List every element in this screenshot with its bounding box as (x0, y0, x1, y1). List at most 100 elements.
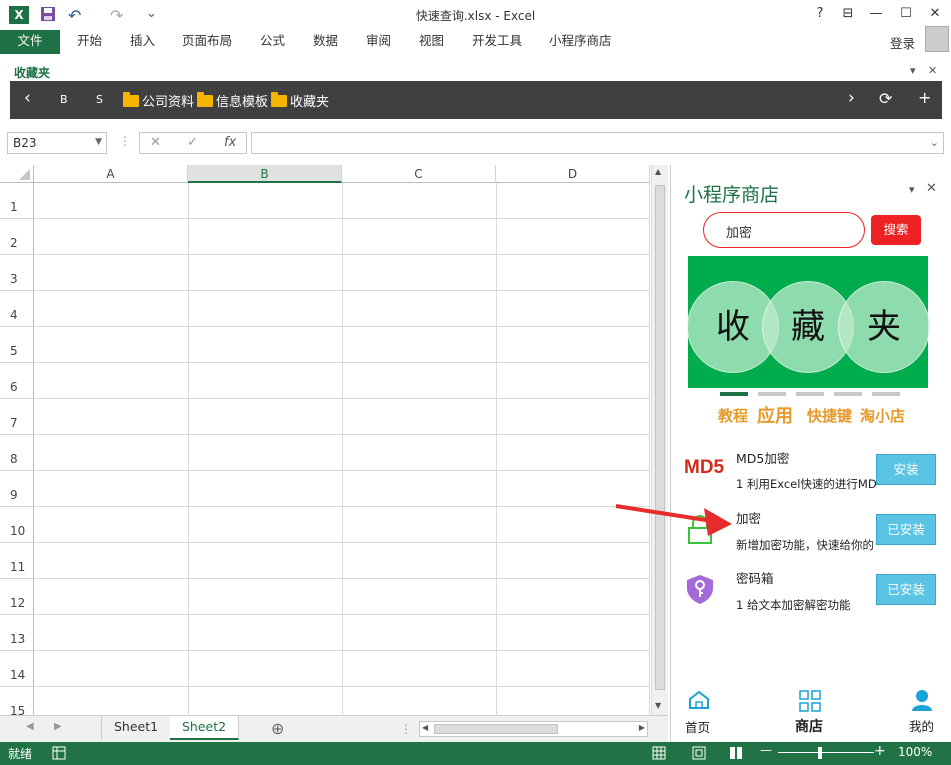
pane-close-icon[interactable]: ✕ (928, 64, 937, 77)
tab-formulas[interactable]: 公式 (260, 30, 285, 54)
zoom-out-button[interactable]: — (760, 743, 772, 757)
s-button[interactable]: S (96, 93, 103, 106)
folder-item-company[interactable]: 公司资料 (123, 91, 194, 110)
tab-view[interactable]: 视图 (419, 30, 444, 54)
category-tutorial[interactable]: 教程 (718, 405, 748, 426)
row-header-13[interactable]: 13 (0, 615, 34, 651)
enter-icon[interactable]: ✓ (187, 135, 198, 150)
store-search-input[interactable]: 加密 (703, 212, 865, 248)
install-button[interactable]: 安装 (876, 454, 936, 485)
zoom-in-button[interactable]: + (874, 743, 886, 759)
row-header-4[interactable]: 4 (0, 291, 34, 327)
folder-item-favorites[interactable]: 收藏夹 (271, 91, 329, 110)
sheet-prev-icon[interactable]: ◀ (26, 721, 34, 732)
folder-item-templates[interactable]: 信息模板 (197, 91, 268, 110)
close-button[interactable]: ✕ (925, 6, 945, 21)
expand-formula-icon[interactable]: ⌄ (930, 136, 939, 149)
vertical-scrollbar[interactable]: ▲ ▼ (651, 165, 668, 715)
installed-button[interactable]: 已安装 (876, 514, 936, 545)
select-all-corner[interactable] (0, 165, 34, 183)
help-button[interactable]: ? (810, 6, 830, 21)
row-header-11[interactable]: 11 (0, 543, 34, 579)
avatar[interactable] (925, 26, 949, 52)
home-icon[interactable] (688, 690, 710, 713)
app-name[interactable]: 加密 (736, 508, 761, 527)
row-header-12[interactable]: 12 (0, 579, 34, 615)
column-header-b[interactable]: B (188, 165, 342, 183)
sheet-next-icon[interactable]: ▶ (54, 721, 62, 732)
sheet-tab-sheet1[interactable]: Sheet1 (101, 716, 172, 740)
chevron-down-icon[interactable]: ▼ (95, 137, 102, 147)
normal-view-icon[interactable] (652, 746, 666, 763)
carousel-dot[interactable] (872, 392, 900, 396)
row-header-1[interactable]: 1 (0, 183, 34, 219)
tab-split-grip-icon[interactable]: ⋮ (400, 722, 412, 736)
row-header-14[interactable]: 14 (0, 651, 34, 687)
nav-home[interactable]: 首页 (685, 717, 710, 736)
tab-file[interactable]: 文件 (0, 30, 60, 54)
row-header-10[interactable]: 10 (0, 507, 34, 543)
formula-input[interactable]: ⌄ (251, 132, 944, 154)
back-icon[interactable]: ‹ (24, 88, 31, 108)
page-break-view-icon[interactable] (729, 746, 743, 763)
carousel-dot[interactable] (796, 392, 824, 396)
installed-button[interactable]: 已安装 (876, 574, 936, 605)
carousel-dot[interactable] (720, 392, 748, 396)
fx-icon[interactable]: fx (224, 135, 236, 150)
scroll-thumb[interactable] (655, 185, 665, 690)
tab-data[interactable]: 数据 (313, 30, 338, 54)
app-name[interactable]: 密码箱 (736, 568, 774, 587)
sheet-tab-sheet2[interactable]: Sheet2 (170, 716, 240, 740)
forward-icon[interactable]: › (848, 88, 855, 108)
row-header-9[interactable]: 9 (0, 471, 34, 507)
b-button[interactable]: B (60, 93, 68, 106)
scroll-down-icon[interactable]: ▼ (655, 701, 661, 710)
refresh-icon[interactable]: ⟳ (879, 89, 892, 108)
page-layout-view-icon[interactable] (692, 746, 706, 763)
zoom-slider-track[interactable] (778, 752, 874, 753)
row-header-5[interactable]: 5 (0, 327, 34, 363)
add-sheet-icon[interactable]: ⊕ (271, 719, 284, 738)
row-header-8[interactable]: 8 (0, 435, 34, 471)
tab-page-layout[interactable]: 页面布局 (182, 30, 232, 54)
add-icon[interactable]: + (918, 88, 931, 107)
carousel-dot[interactable] (834, 392, 862, 396)
tab-developer[interactable]: 开发工具 (472, 30, 522, 54)
hscroll-thumb[interactable] (434, 724, 558, 734)
nav-store[interactable]: 商店 (795, 716, 823, 736)
column-header-a[interactable]: A (34, 165, 188, 183)
row-header-2[interactable]: 2 (0, 219, 34, 255)
row-header-3[interactable]: 3 (0, 255, 34, 291)
scroll-right-icon[interactable]: ▶ (639, 723, 645, 732)
minimize-button[interactable]: — (866, 6, 886, 21)
row-header-6[interactable]: 6 (0, 363, 34, 399)
promo-banner[interactable]: 收 藏 夹 (687, 256, 930, 388)
tab-home[interactable]: 开始 (77, 30, 102, 54)
tab-review[interactable]: 审阅 (366, 30, 391, 54)
column-header-c[interactable]: C (342, 165, 496, 183)
scroll-up-icon[interactable]: ▲ (655, 167, 661, 176)
zoom-level[interactable]: 100% (898, 745, 932, 759)
maximize-button[interactable]: ☐ (896, 6, 916, 21)
worksheet-grid[interactable]: A B C D 1 2 3 4 5 6 7 8 9 10 11 12 13 14 15 (0, 165, 650, 715)
category-shortcuts[interactable]: 快捷键 (807, 405, 852, 426)
grid-icon[interactable] (799, 690, 821, 715)
category-apps[interactable]: 应用 (757, 402, 793, 428)
zoom-slider-thumb[interactable] (818, 747, 822, 759)
row-header-15[interactable]: 15 (0, 687, 34, 715)
login-link[interactable]: 登录 (890, 33, 915, 57)
horizontal-scrollbar[interactable]: ◀ ▶ (419, 721, 648, 737)
pane-options-icon[interactable]: ▾ (910, 64, 916, 77)
carousel-dot[interactable] (758, 392, 786, 396)
name-box[interactable]: B23 ▼ (7, 132, 107, 154)
scroll-left-icon[interactable]: ◀ (422, 723, 428, 732)
tab-insert[interactable]: 插入 (130, 30, 155, 54)
cancel-icon[interactable]: ✕ (150, 135, 161, 150)
tab-mini-app-store[interactable]: 小程序商店 (549, 30, 612, 54)
search-button[interactable]: 搜索 (871, 215, 921, 245)
panel-close-icon[interactable]: ✕ (926, 181, 937, 196)
user-icon[interactable] (911, 689, 933, 714)
nav-mine[interactable]: 我的 (909, 716, 934, 735)
row-header-7[interactable]: 7 (0, 399, 34, 435)
column-header-d[interactable]: D (496, 165, 650, 183)
